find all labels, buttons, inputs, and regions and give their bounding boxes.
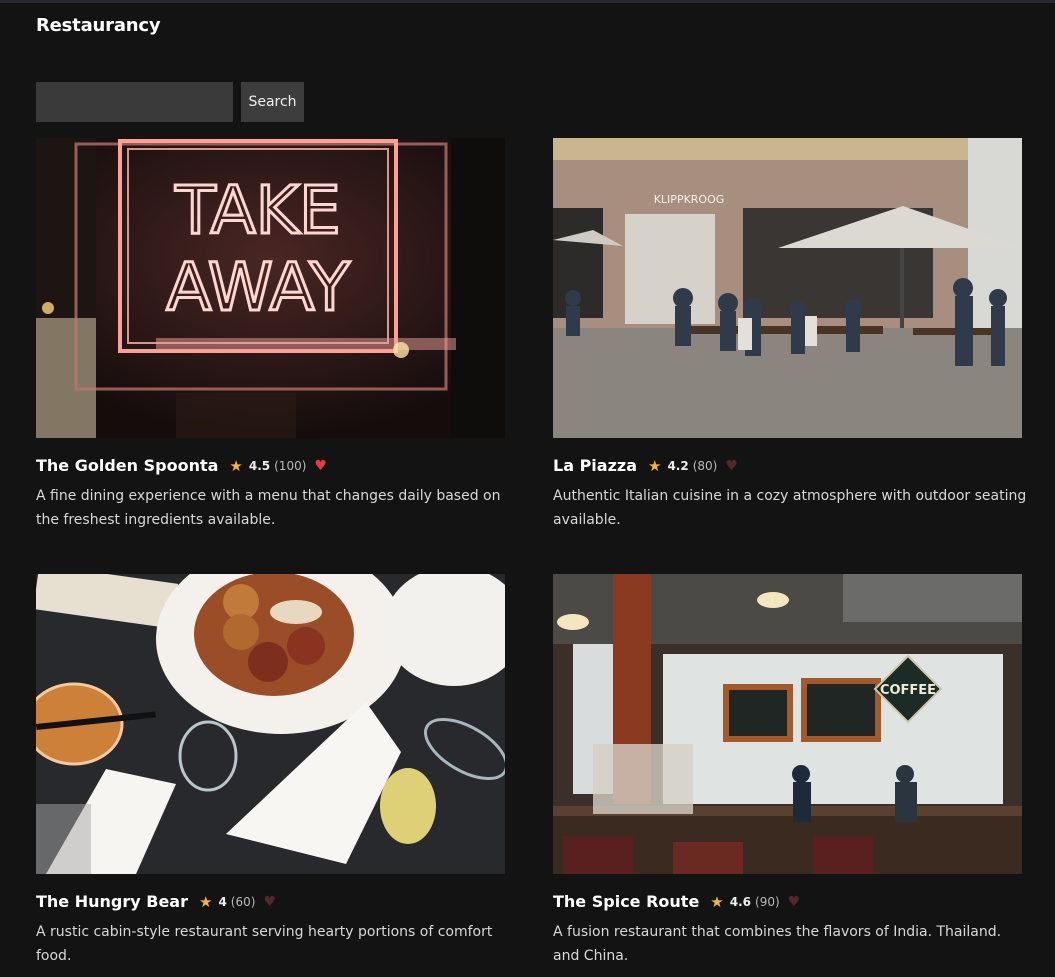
heart-icon[interactable]: ♥ bbox=[314, 459, 327, 473]
coffee-shop-interior-photo[interactable]: COFFEE bbox=[553, 574, 1022, 874]
rating-value: 4.6 bbox=[729, 894, 752, 909]
svg-text:COFFEE: COFFEE bbox=[880, 683, 936, 698]
restaurant-name[interactable]: The Hungry Bear bbox=[36, 892, 188, 911]
heart-icon[interactable]: ♥ bbox=[725, 459, 738, 473]
outdoor-cafe-terrace-photo[interactable]: KLIPPKROOG bbox=[553, 138, 1022, 438]
restaurant-card[interactable]: The Hungry Bear ★ 4 (60) ♥ A rustic cabi… bbox=[36, 574, 505, 968]
restaurant-name[interactable]: The Spice Route bbox=[553, 892, 699, 911]
star-icon: ★ bbox=[710, 892, 724, 911]
rating-value: 4.2 bbox=[667, 458, 689, 473]
search-bar: Search bbox=[36, 82, 304, 122]
review-count: (100) bbox=[274, 458, 307, 473]
restaurant-card[interactable]: KLIPPKROOG La Piazza ★ 4.2 (80) ♥ Authen… bbox=[553, 138, 1026, 532]
restaurant-description: A fine dining experience with a menu tha… bbox=[36, 488, 501, 528]
search-button[interactable]: Search bbox=[241, 82, 304, 122]
meatball-plate-table-photo[interactable] bbox=[36, 574, 505, 874]
app-title: Restaurancy bbox=[36, 15, 161, 36]
review-count: (90) bbox=[755, 894, 780, 909]
restaurant-description: A rustic cabin-style restaurant serving … bbox=[36, 924, 493, 964]
restaurant-description: Authentic Italian cuisine in a cozy atmo… bbox=[553, 488, 1027, 528]
heart-icon[interactable]: ♥ bbox=[263, 895, 276, 909]
neon-takeaway-sign-photo[interactable]: TAKE AWAY bbox=[36, 138, 505, 438]
restaurant-card[interactable]: COFFEE The Spice Route ★ 4.6 (90) ♥ A fu… bbox=[553, 574, 1022, 968]
restaurant-card[interactable]: TAKE AWAY The Golden Spoonta ★ 4.5 (100)… bbox=[36, 138, 505, 532]
review-count: (80) bbox=[692, 458, 718, 473]
restaurant-name[interactable]: La Piazza bbox=[553, 456, 637, 475]
restaurant-name[interactable]: The Golden Spoonta bbox=[36, 456, 218, 475]
star-icon: ★ bbox=[229, 456, 243, 475]
star-icon: ★ bbox=[198, 892, 213, 911]
restaurant-description: A fusion restaurant that combines the fl… bbox=[553, 924, 1002, 964]
rating-value: 4.5 bbox=[248, 458, 271, 473]
star-icon: ★ bbox=[648, 456, 662, 475]
svg-text:TAKE: TAKE bbox=[174, 172, 340, 249]
svg-text:KLIPPKROOG: KLIPPKROOG bbox=[654, 193, 725, 206]
svg-text:AWAY: AWAY bbox=[166, 249, 350, 326]
rating-value: 4 bbox=[218, 894, 227, 909]
heart-icon[interactable]: ♥ bbox=[788, 895, 801, 909]
review-count: (60) bbox=[230, 894, 256, 909]
search-input[interactable] bbox=[36, 82, 233, 122]
top-border bbox=[0, 0, 1055, 3]
